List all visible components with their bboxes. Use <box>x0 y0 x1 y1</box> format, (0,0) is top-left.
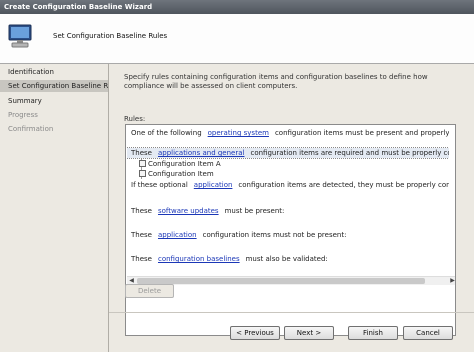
finish-button[interactable]: Finish <box>348 326 398 340</box>
configuration-baselines-link[interactable]: configuration baselines <box>158 255 240 263</box>
window-title: Create Configuration Baseline Wizard <box>0 0 474 14</box>
step-progress: Progress <box>8 111 38 119</box>
rule-optional-application: If these optional application configuratio… <box>131 180 449 190</box>
configuration-item-label: Configuration Item <box>148 170 214 178</box>
scroll-thumb[interactable] <box>137 278 425 284</box>
configuration-item[interactable]: Configuration Item <box>139 169 214 179</box>
rule-text: These <box>131 231 152 239</box>
delete-button[interactable]: Delete <box>125 284 174 298</box>
cancel-button[interactable]: Cancel <box>403 326 453 340</box>
step-set-rules[interactable]: Set Configuration Baseline Rules <box>0 80 108 92</box>
configuration-item[interactable]: Configuration Item A <box>139 159 221 169</box>
rules-label: Rules: <box>124 115 146 123</box>
rule-text: configuration items are required and mus… <box>250 149 449 157</box>
rule-text: must be present: <box>224 207 285 215</box>
rule-operating-system: One of the following operating system conf… <box>131 128 449 138</box>
configuration-item-icon <box>139 170 146 177</box>
applications-general-link[interactable]: applications and general <box>158 149 245 157</box>
step-confirmation: Confirmation <box>8 125 54 133</box>
rule-text: One of the following <box>131 129 202 137</box>
configuration-item-label: Configuration Item A <box>148 160 221 168</box>
configuration-item-icon <box>139 160 146 167</box>
next-button[interactable]: Next > <box>284 326 334 340</box>
rule-applications-general[interactable]: These applications and general configurati… <box>127 147 449 159</box>
rule-text: configuration items must not be present: <box>202 231 347 239</box>
rule-text: configuration items must be present and … <box>274 129 449 137</box>
wizard-header: Set Configuration Baseline Rules <box>0 14 474 64</box>
rule-text: These <box>131 149 152 157</box>
rule-software-updates: These software updates must be present: <box>131 206 284 216</box>
step-identification[interactable]: Identification <box>0 66 108 78</box>
rule-text: These <box>131 207 152 215</box>
rule-configuration-baselines: These configuration baselines must also be… <box>131 254 328 264</box>
rule-text: must also be validated: <box>245 255 328 263</box>
prohibited-application-link[interactable]: application <box>158 231 197 239</box>
rule-text: If these optional <box>131 181 188 189</box>
operating-system-link[interactable]: operating system <box>208 129 269 137</box>
rule-text: configuration items are detected, they m… <box>238 181 449 189</box>
scroll-right-icon[interactable]: ▶ <box>448 277 455 285</box>
optional-application-link[interactable]: application <box>194 181 233 189</box>
wizard-steps: Identification Set Configuration Baselin… <box>0 64 109 352</box>
wizard-window: Create Configuration Baseline Wizard Set… <box>0 0 474 352</box>
rules-list: One of the following operating system conf… <box>127 126 449 276</box>
horizontal-scrollbar[interactable]: ◀ ▶ <box>127 276 455 285</box>
software-updates-link[interactable]: software updates <box>158 207 219 215</box>
wizard-content: Specify rules containing configuration i… <box>109 64 474 352</box>
rule-prohibited-application: These application configuration items must… <box>131 230 346 240</box>
footer-divider <box>109 312 474 313</box>
page-title: Set Configuration Baseline Rules <box>53 32 168 40</box>
previous-button[interactable]: < Previous <box>230 326 280 340</box>
rules-description: Specify rules containing configuration i… <box>124 73 428 90</box>
rule-text: These <box>131 255 152 263</box>
rules-editor[interactable]: One of the following operating system conf… <box>125 124 456 336</box>
computer-icon <box>6 22 34 50</box>
step-summary[interactable]: Summary <box>0 95 108 107</box>
